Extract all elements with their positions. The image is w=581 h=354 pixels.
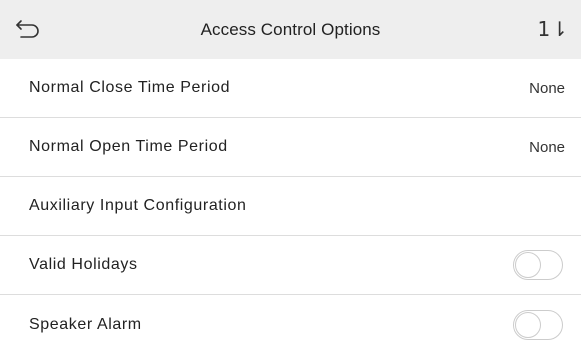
list-item-auxiliary-input-configuration[interactable]: Auxiliary Input Configuration (0, 177, 581, 236)
speaker-alarm-toggle[interactable] (513, 309, 563, 340)
list-item-label: Valid Holidays (29, 256, 138, 273)
list-item-label: Auxiliary Input Configuration (29, 197, 247, 214)
sort-icon: 1⇂ (537, 17, 569, 41)
page-title: Access Control Options (200, 19, 381, 39)
list-item-speaker-alarm: Speaker Alarm (0, 295, 581, 354)
options-list: Normal Close Time Period None Normal Ope… (0, 59, 581, 354)
list-item-valid-holidays: Valid Holidays (0, 236, 581, 295)
access-control-options-screen: Access Control Options 1⇂ Normal Close T… (0, 0, 581, 354)
back-arrow-icon (15, 17, 41, 44)
list-item-label: Normal Close Time Period (29, 79, 231, 96)
sort-button[interactable]: 1⇂ (538, 14, 569, 44)
header-bar: Access Control Options 1⇂ (0, 0, 581, 59)
valid-holidays-toggle[interactable] (513, 250, 563, 280)
back-button[interactable] (14, 17, 42, 43)
list-item-value: None (529, 79, 565, 97)
list-item-normal-close-time-period[interactable]: Normal Close Time Period None (0, 59, 581, 118)
list-item-normal-open-time-period[interactable]: Normal Open Time Period None (0, 118, 581, 177)
list-item-value: None (529, 138, 565, 156)
toggle-knob (515, 311, 541, 338)
toggle-knob (515, 252, 541, 278)
list-item-label: Speaker Alarm (29, 315, 142, 333)
list-item-label: Normal Open Time Period (29, 138, 228, 155)
